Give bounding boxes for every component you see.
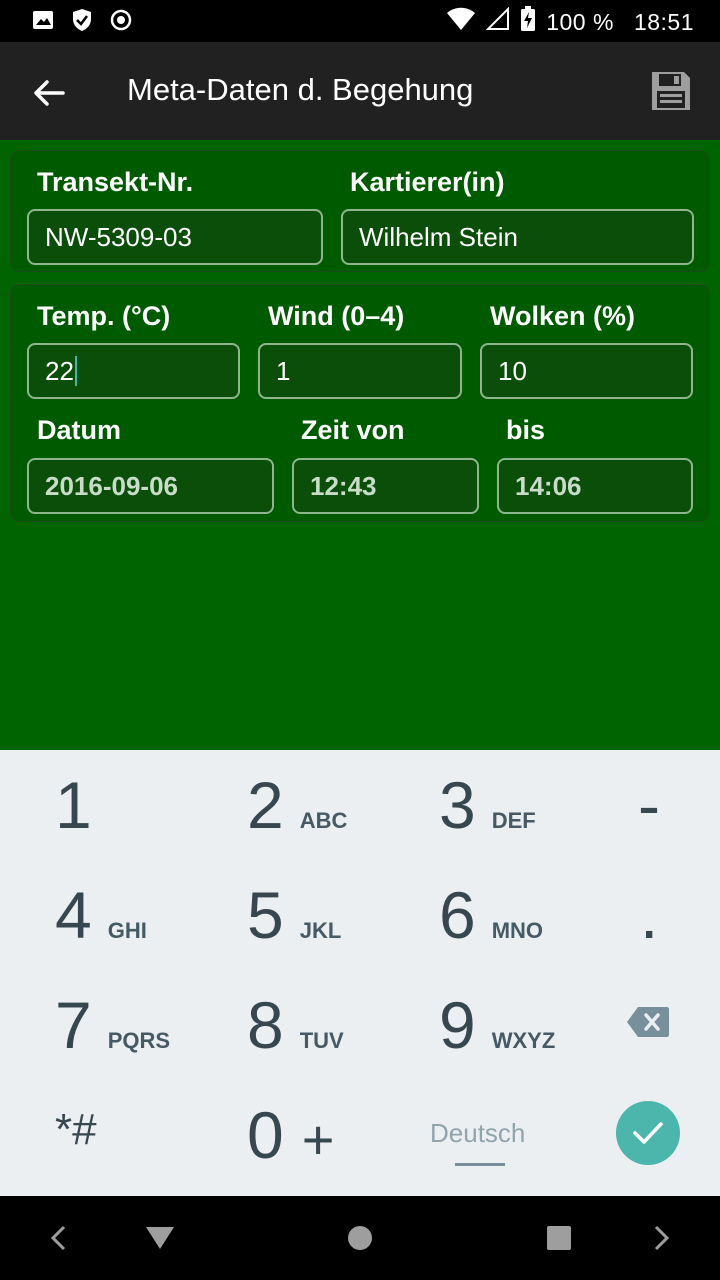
key-dot[interactable]: . <box>640 882 658 948</box>
time-from-label: Zeit von <box>301 415 405 445</box>
save-button[interactable] <box>646 66 696 116</box>
key-0[interactable]: 0 + <box>247 1102 334 1168</box>
status-bar: 100 % 18:51 <box>0 0 720 42</box>
chevron-right-icon <box>654 1225 670 1251</box>
wifi-icon <box>446 7 476 37</box>
key-4[interactable]: 4 GHI <box>55 882 147 948</box>
key-9[interactable]: 9 WXYZ <box>439 992 555 1058</box>
temp-label: Temp. (°C) <box>37 301 171 331</box>
back-button[interactable] <box>22 66 76 120</box>
clouds-field[interactable]: 10 <box>480 343 693 399</box>
nav-hide-keyboard-button[interactable] <box>138 1216 182 1260</box>
key-star-hash[interactable]: *# <box>55 1108 97 1152</box>
temp-field[interactable]: 22 <box>27 343 240 399</box>
numeric-keyboard <box>0 750 720 1196</box>
nav-right-button[interactable] <box>640 1216 684 1260</box>
app-bar: Meta-Daten d. Begehung <box>0 42 720 140</box>
mapper-field[interactable]: Wilhelm Stein <box>341 209 694 265</box>
temp-value: 22 <box>45 355 74 386</box>
key-8[interactable]: 8 TUV <box>247 992 344 1058</box>
text-cursor <box>74 356 77 386</box>
image-icon <box>32 10 54 35</box>
key-5[interactable]: 5 JKL <box>247 882 341 948</box>
date-label: Datum <box>37 415 122 445</box>
time-from-field[interactable]: 12:43 <box>292 458 479 514</box>
check-icon <box>633 1122 663 1144</box>
wind-label: Wind (0–4) <box>268 301 405 331</box>
shield-check-icon <box>72 8 92 37</box>
navigation-bar <box>0 1196 720 1280</box>
key-2[interactable]: 2 ABC <box>247 772 347 838</box>
done-button[interactable] <box>616 1101 680 1165</box>
floppy-disk-icon <box>652 72 690 110</box>
key-3[interactable]: 3 DEF <box>439 772 536 838</box>
form-area: Transekt-Nr. NW-5309-03 Kartierer(in) Wi… <box>0 140 720 750</box>
conditions-panel: Temp. (°C) 22 Wind (0–4) 1 Wolken (%) 10… <box>10 284 710 522</box>
key-minus[interactable]: - <box>638 772 660 838</box>
transect-label: Transekt-Nr. <box>37 167 194 197</box>
key-6[interactable]: 6 MNO <box>439 882 543 948</box>
battery-percentage: 100 % <box>546 8 614 35</box>
backspace-key[interactable] <box>626 1006 670 1038</box>
nav-home-button[interactable] <box>338 1216 382 1260</box>
transect-field[interactable]: NW-5309-03 <box>27 209 323 265</box>
nav-left-button[interactable] <box>36 1216 80 1260</box>
triangle-down-icon <box>146 1227 174 1249</box>
target-icon <box>110 9 132 36</box>
key-1[interactable]: 1 <box>55 772 92 838</box>
time-to-label: bis <box>506 415 546 445</box>
square-icon <box>547 1226 571 1250</box>
key-7[interactable]: 7 PQRS <box>55 992 170 1058</box>
time-to-field[interactable]: 14:06 <box>497 458 693 514</box>
wind-field[interactable]: 1 <box>258 343 462 399</box>
page-title: Meta-Daten d. Begehung <box>127 72 474 107</box>
language-indicator <box>455 1163 505 1166</box>
battery-charging-icon <box>520 6 536 38</box>
clock: 18:51 <box>633 8 694 35</box>
chevron-left-icon <box>50 1225 66 1251</box>
nav-recents-button[interactable] <box>537 1216 581 1260</box>
transect-panel: Transekt-Nr. NW-5309-03 Kartierer(in) Wi… <box>10 150 710 272</box>
clouds-label: Wolken (%) <box>490 301 636 331</box>
signal-icon <box>485 6 510 37</box>
arrow-left-icon <box>34 80 65 106</box>
language-switch[interactable]: Deutsch <box>430 1118 525 1149</box>
date-field[interactable]: 2016-09-06 <box>27 458 274 514</box>
backspace-icon <box>627 1007 669 1037</box>
circle-icon <box>348 1226 372 1250</box>
mapper-label: Kartierer(in) <box>350 167 505 197</box>
